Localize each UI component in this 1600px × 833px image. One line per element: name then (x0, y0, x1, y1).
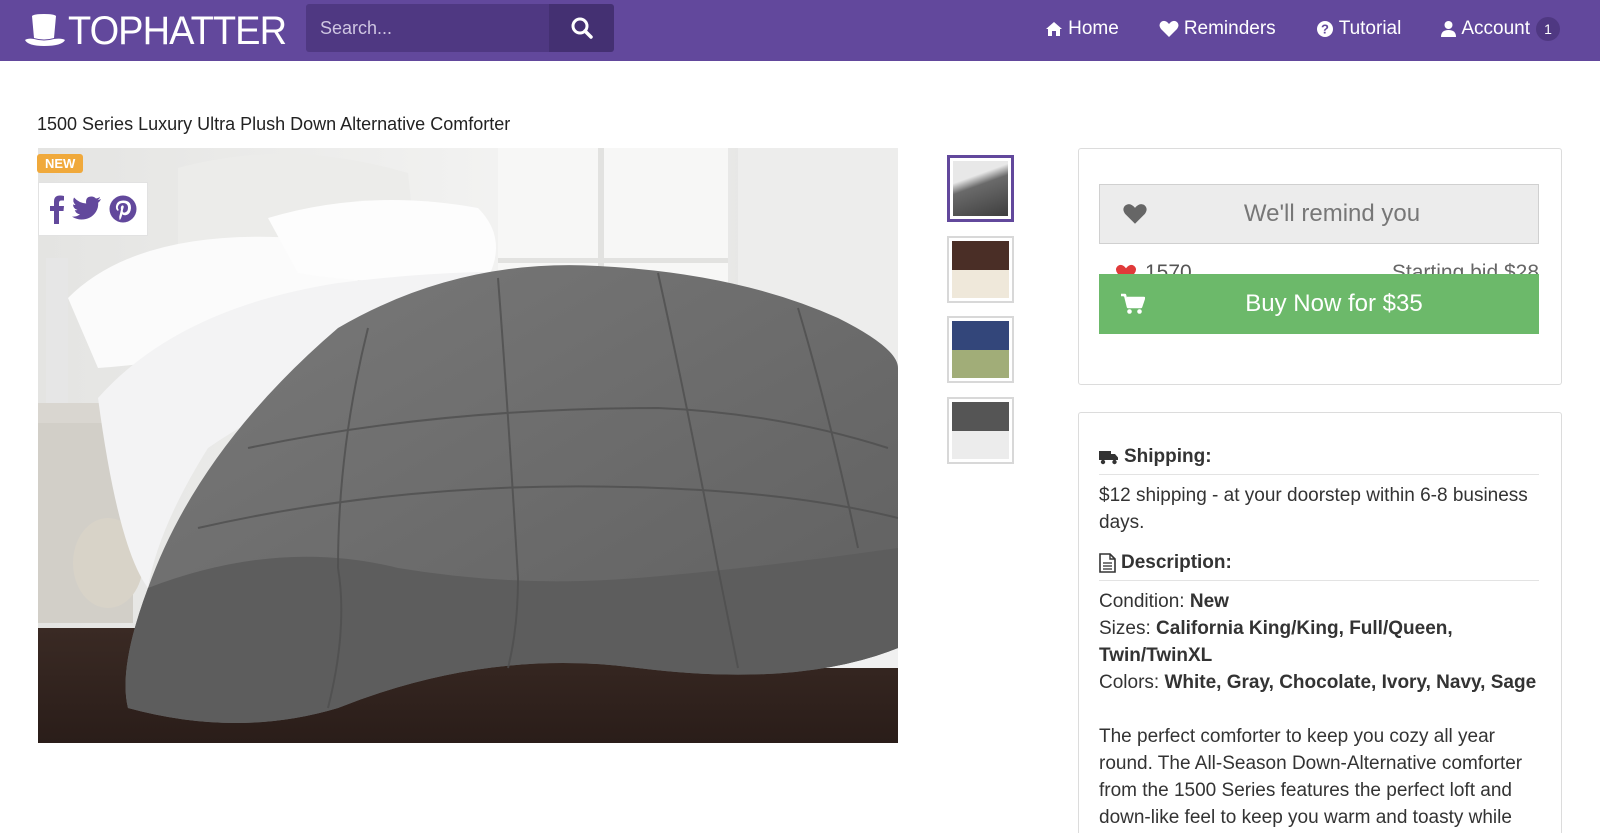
condition-line: Condition: New (1099, 588, 1539, 615)
sizes-line: Sizes: California King/King, Full/Queen,… (1099, 615, 1539, 669)
shipping-text: $12 shipping - at your doorstep within 6… (1099, 485, 1528, 533)
home-icon (1046, 21, 1063, 36)
remind-button[interactable]: We'll remind you (1099, 184, 1539, 244)
heart-icon (1159, 20, 1179, 37)
share-buttons (38, 182, 148, 236)
tophatter-logo[interactable]: TOPHATTER (24, 8, 298, 54)
truck-icon (1099, 451, 1118, 465)
nav-links: Home Reminders ? Tutorial Account 1 (1005, 0, 1560, 57)
user-icon (1441, 20, 1457, 37)
description-heading-text: Description: (1121, 552, 1232, 573)
search-bar (306, 4, 614, 52)
search-icon (571, 17, 593, 39)
info-panel: Shipping: $12 shipping - at your doorste… (1078, 412, 1562, 833)
thumbnail-4[interactable] (947, 397, 1014, 464)
product-title: 1500 Series Luxury Ultra Plush Down Alte… (37, 114, 511, 134)
nav-reminders[interactable]: Reminders (1159, 18, 1276, 40)
nav-reminders-label: Reminders (1183, 17, 1276, 39)
document-icon (1099, 553, 1116, 573)
condition-label: Condition: (1099, 591, 1190, 612)
description-heading: Description: (1099, 552, 1539, 581)
buy-now-button[interactable]: Buy Now for $35 (1099, 274, 1539, 334)
twitter-icon[interactable] (71, 196, 102, 222)
nav-tutorial[interactable]: ? Tutorial (1316, 17, 1402, 40)
pinterest-icon[interactable] (109, 195, 137, 223)
thumbnail-2[interactable] (947, 236, 1014, 303)
heart-icon (1123, 204, 1147, 224)
nav-account-label: Account (1461, 17, 1530, 39)
facebook-icon[interactable] (49, 194, 65, 224)
thumbnail-1[interactable] (947, 155, 1014, 222)
logo-text: TOPHATTER (68, 9, 287, 53)
colors-value: White, Gray, Chocolate, Ivory, Navy, Sag… (1164, 672, 1537, 693)
buy-now-label: Buy Now for $35 (1245, 290, 1423, 317)
colors-label: Colors: (1099, 672, 1165, 693)
search-input[interactable] (306, 4, 549, 52)
sizes-label: Sizes: (1099, 618, 1157, 639)
bid-panel: We'll remind you 1570 Starting bid $28 B… (1078, 148, 1562, 385)
description-body: The perfect comforter to keep you cozy a… (1099, 726, 1523, 828)
thumbnail-image (953, 161, 1008, 216)
condition-value: New (1189, 591, 1229, 612)
account-badge: 1 (1536, 16, 1560, 41)
colors-line: Colors: White, Gray, Chocolate, Ivory, N… (1099, 669, 1539, 696)
search-button[interactable] (549, 4, 614, 52)
thumbnail-image (952, 402, 1009, 459)
top-hat-icon (25, 14, 65, 46)
top-navbar: TOPHATTER Home Reminders ? (0, 0, 1600, 61)
nav-tutorial-label: Tutorial (1338, 17, 1402, 39)
product-main-image[interactable] (38, 148, 898, 743)
comforter-photo (38, 148, 898, 743)
thumbnail-image (952, 321, 1009, 378)
nav-home-label: Home (1068, 17, 1119, 39)
svg-text:?: ? (1321, 21, 1329, 36)
cart-icon (1121, 293, 1145, 314)
shipping-heading-text: Shipping: (1124, 446, 1212, 467)
new-badge: NEW (37, 154, 84, 173)
thumbnail-3[interactable] (947, 316, 1014, 383)
remind-label: We'll remind you (1243, 200, 1421, 227)
thumbnail-image (952, 241, 1009, 298)
question-icon: ? (1316, 20, 1333, 37)
nav-home[interactable]: Home (1045, 18, 1119, 40)
nav-account[interactable]: Account 1 (1441, 16, 1560, 41)
shipping-heading: Shipping: (1099, 446, 1539, 475)
